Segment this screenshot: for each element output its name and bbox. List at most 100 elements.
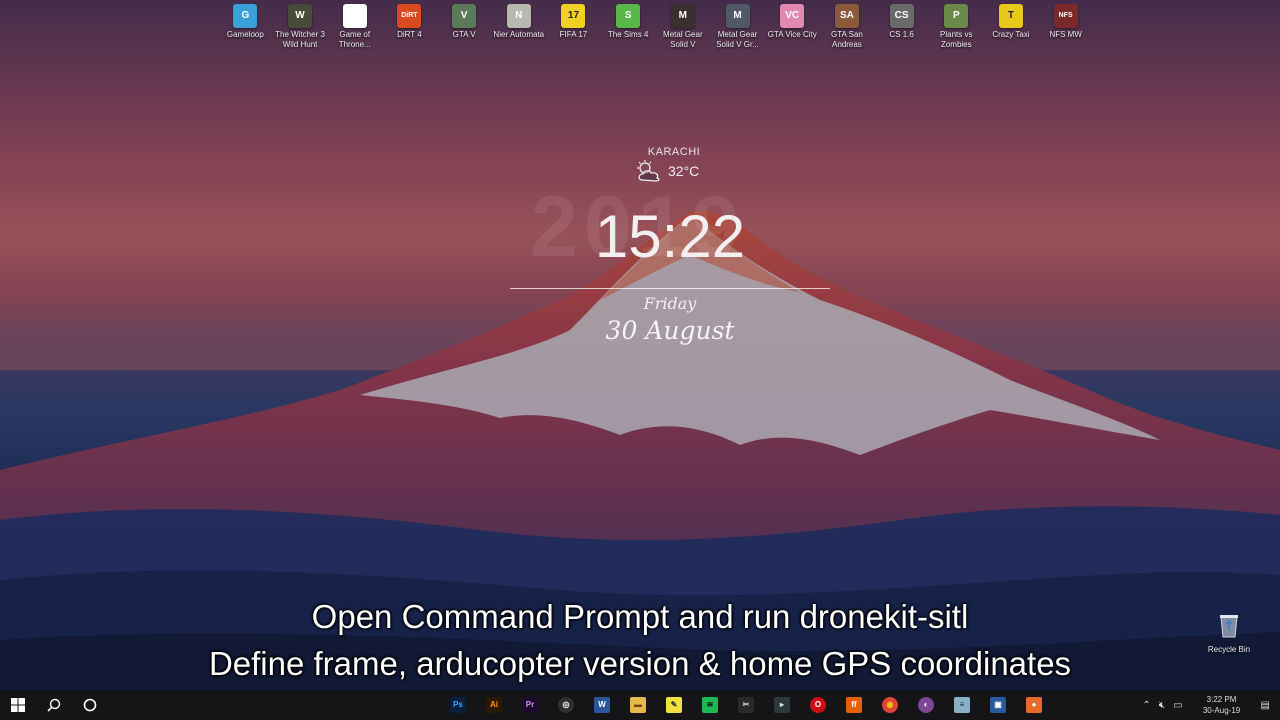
cortana-icon — [83, 698, 97, 712]
taskbar-app-chrome[interactable]: ◉ — [872, 690, 908, 720]
desktop-icon-label: Game of Throne... — [338, 30, 371, 49]
taskbar-clock-time: 3:22 PM — [1206, 695, 1237, 704]
photoshop-icon: Ps — [450, 697, 466, 713]
desktop-icon-label: NFS MW — [1049, 30, 1082, 39]
firefox-icon: ff — [846, 697, 862, 713]
desktop-icon[interactable]: CS CS 1.6 — [874, 4, 929, 50]
taskbar-app-snipping[interactable]: ✂ — [728, 690, 764, 720]
witcher-icon: W — [288, 4, 313, 28]
taskbar-app-sticky-notes[interactable]: ✎ — [656, 690, 692, 720]
desktop-icon-label: Crazy Taxi — [992, 30, 1030, 39]
taskbar-app-illustrator[interactable]: Ai — [476, 690, 512, 720]
desktop-icon-label: GTA V — [452, 30, 476, 39]
plants-vs-zombies-icon: P — [944, 4, 969, 28]
fifa17-icon: 17 — [561, 4, 586, 28]
taskbar-app-photoshop[interactable]: Ps — [440, 690, 476, 720]
nier-icon: N — [506, 4, 531, 28]
desktop-icon-label: CS 1.6 — [889, 30, 914, 39]
subtitle-line-2: Define frame, arducopter version & home … — [208, 645, 1072, 682]
desktop-icon[interactable]: M Metal Gear Solid V Gr... — [710, 4, 765, 50]
desktop-icon-label: Nier Automata — [493, 30, 545, 39]
start-button[interactable] — [0, 690, 36, 720]
desktop-icon-label: GTA San Andreas — [830, 30, 863, 49]
taskbar-app-tor[interactable]: ◐ — [908, 690, 944, 720]
taskbar-app-file-explorer[interactable]: ▬ — [620, 690, 656, 720]
nfs-mw-icon: NFS — [1053, 4, 1078, 28]
mgsv-gz-icon: M — [725, 4, 750, 28]
desktop-icon[interactable]: NFS NFS MW — [1038, 4, 1093, 50]
notifications-icon[interactable]: ▤ — [1261, 700, 1270, 711]
cortana-button[interactable] — [72, 690, 108, 720]
taskbar-clock[interactable]: 3:22 PM 30-Aug-19 — [1193, 694, 1251, 716]
gta-vice-city-icon: VC — [780, 4, 805, 28]
file-explorer-icon: ▬ — [630, 697, 646, 713]
chrome-icon: ◉ — [882, 697, 898, 713]
taskbar-app-notepad[interactable]: ≡ — [944, 690, 980, 720]
desktop-icon[interactable]: P Plants vs Zombies — [929, 4, 984, 50]
desktop-icon[interactable]: G Gameloop — [218, 4, 273, 50]
taskbar-app-obs[interactable]: ◎ — [548, 690, 584, 720]
crazy-taxi-icon: T — [998, 4, 1023, 28]
taskbar-pinned-apps: Ps Ai Pr ◎ W ▬ ✎ ≋ ✂ ▸ Off ◉ ◐ ≡ ▣ ● — [440, 690, 1052, 720]
desktop-icon-label: DiRT 4 — [397, 30, 422, 39]
desktop-icon[interactable]: DiRT DiRT 4 — [382, 4, 437, 50]
desktop-icon[interactable]: M Metal Gear Solid V — [656, 4, 711, 50]
clock-time: 15:22 — [594, 203, 746, 270]
taskbar-app-spotify[interactable]: ≋ — [692, 690, 728, 720]
dirt4-icon: DiRT — [397, 4, 422, 28]
desktop-icon[interactable]: W The Witcher 3 Wild Hunt — [273, 4, 328, 50]
desktop-icon[interactable]: Game of Throne... — [327, 4, 382, 50]
notepad-icon: ≡ — [954, 697, 970, 713]
store-icon: ▣ — [990, 697, 1006, 713]
weather-city: KARACHI — [647, 146, 701, 158]
premiere-icon: Pr — [522, 697, 538, 713]
desktop-icon[interactable]: T Crazy Taxi — [984, 4, 1039, 50]
subtitle-line-1: Open Command Prompt and run dronekit-sit… — [311, 598, 969, 635]
recorder-icon: ● — [1026, 697, 1042, 713]
taskbar-app-firefox[interactable]: ff — [836, 690, 872, 720]
desktop-icon[interactable]: V GTA V — [437, 4, 492, 50]
clock-date: 30 August — [605, 316, 735, 345]
desktop-icon[interactable]: VC GTA Vice City — [765, 4, 820, 50]
counter-strike-icon: CS — [889, 4, 914, 28]
clock-divider — [510, 288, 830, 289]
taskbar-app-store[interactable]: ▣ — [980, 690, 1016, 720]
search-icon — [47, 698, 61, 712]
desktop-icon[interactable]: S The Sims 4 — [601, 4, 656, 50]
media-icon: ▸ — [774, 697, 790, 713]
tor-icon: ◐ — [918, 697, 934, 713]
sims4-icon: S — [616, 4, 641, 28]
temperature: 32°C — [668, 163, 700, 179]
clock-day: Friday — [643, 294, 697, 313]
windows-logo-icon — [11, 698, 25, 712]
battery-icon[interactable]: ▭ — [1173, 700, 1182, 711]
volume-muted-icon[interactable]: 🔇︎ — [1159, 700, 1165, 711]
taskbar-app-premiere[interactable]: Pr — [512, 690, 548, 720]
gta-san-andreas-icon: SA — [834, 4, 859, 28]
taskbar: Ps Ai Pr ◎ W ▬ ✎ ≋ ✂ ▸ Off ◉ ◐ ≡ ▣ ● ⌃ 🔇︎ ▭ 3:22 PM 30-… — [0, 690, 1280, 720]
taskbar-app-media[interactable]: ▸ — [764, 690, 800, 720]
spotify-icon: ≋ — [702, 697, 718, 713]
search-button[interactable] — [36, 690, 72, 720]
desktop-icon-label: Plants vs Zombies — [940, 30, 973, 49]
desktop-icon-label: Gameloop — [226, 30, 264, 39]
system-tray: ⌃ 🔇︎ ▭ 3:22 PM 30-Aug-19 ▤ — [1138, 690, 1280, 720]
desktop-icon-label: The Witcher 3 Wild Hunt — [275, 30, 325, 49]
word-icon: W — [594, 697, 610, 713]
taskbar-app-opera[interactable]: O — [800, 690, 836, 720]
obs-icon: ◎ — [558, 697, 574, 713]
desktop-icon[interactable]: N Nier Automata — [491, 4, 546, 50]
gameloop-icon: G — [233, 4, 258, 28]
desktop-icon-label: Metal Gear Solid V — [663, 30, 703, 49]
chevron-up-icon[interactable]: ⌃ — [1142, 700, 1150, 711]
taskbar-app-recorder[interactable]: ● — [1016, 690, 1052, 720]
desktop-icon-label: The Sims 4 — [607, 30, 649, 39]
game-of-thrones-icon — [342, 4, 367, 28]
desktop-icon[interactable]: SA GTA San Andreas — [820, 4, 875, 50]
gta-v-icon: V — [452, 4, 477, 28]
taskbar-app-word[interactable]: W — [584, 690, 620, 720]
desktop-icon[interactable]: 17 FIFA 17 — [546, 4, 601, 50]
taskbar-clock-date: 30-Aug-19 — [1202, 706, 1241, 715]
opera-icon: O — [810, 697, 826, 713]
desktop-icon-label: FIFA 17 — [559, 30, 588, 39]
